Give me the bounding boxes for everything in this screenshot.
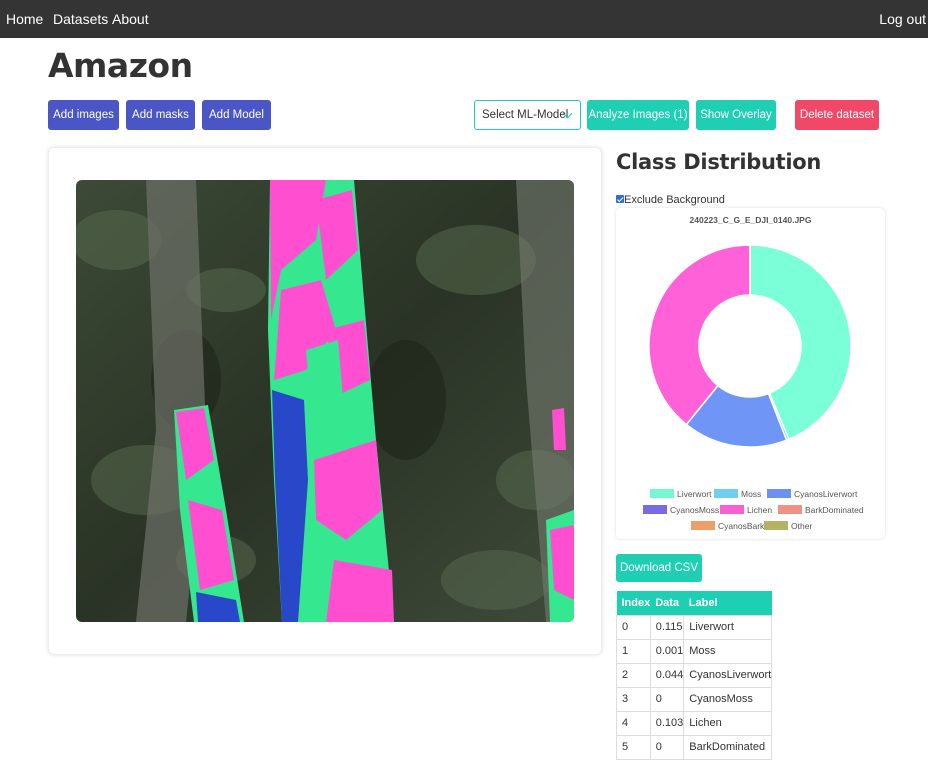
cell-label: Liverwort [683, 614, 773, 640]
distribution-table: Index Data Label 0 0.115 Liverwort 1 0.001 M… [616, 591, 773, 760]
cell-data: 0.103 [649, 710, 685, 736]
cell-label: Lichen [683, 710, 773, 736]
legend-item-cyanosbark[interactable]: CyanosBark [691, 521, 764, 532]
legend-swatch [691, 521, 715, 531]
legend-item-lichen[interactable]: Lichen [720, 505, 772, 516]
legend-item-cyanosmoss[interactable]: CyanosMoss [643, 505, 719, 516]
cell-index: 4 [616, 710, 651, 736]
nav-about-link[interactable]: About [112, 11, 149, 27]
cell-index: 1 [616, 638, 651, 664]
cell-data: 0 [649, 686, 685, 712]
table-row: 3 0 CyanosMoss [616, 686, 773, 712]
cell-label: CyanosLiverwort [683, 662, 773, 688]
legend-label: CyanosLiverwort [794, 489, 858, 499]
cell-label: CyanosMoss [683, 686, 773, 712]
cell-index: 2 [616, 662, 651, 688]
legend-label: CyanosMoss [670, 505, 720, 515]
legend-label: Other [791, 521, 813, 531]
legend-swatch [778, 505, 802, 515]
cell-index: 5 [616, 734, 651, 760]
ml-model-select-label: Select ML-Model [482, 109, 569, 121]
exclude-background-checkbox[interactable] [616, 195, 624, 204]
add-model-button[interactable]: Add Model [202, 100, 271, 130]
analyze-images-button[interactable]: Analyze Images (1) [587, 100, 689, 130]
legend-swatch [764, 521, 788, 531]
legend-item-cyanosliverwort[interactable]: CyanosLiverwort [767, 489, 857, 500]
nav-logout-link[interactable]: Log out [879, 11, 926, 27]
table-row: 0 0.115 Liverwort [616, 614, 773, 640]
class-distribution-title: Class Distribution [616, 150, 822, 174]
table-header-data: Data [650, 591, 684, 615]
legend-item-liverwort[interactable]: Liverwort [650, 489, 711, 500]
legend-item-moss[interactable]: Moss [714, 489, 761, 500]
legend-item-barkdominated[interactable]: BarkDominated [778, 505, 864, 516]
page-title: Amazon [48, 46, 193, 85]
legend-label: Liverwort [677, 489, 712, 499]
table-header-index: Index [616, 591, 651, 615]
nav-home-link[interactable]: Home [6, 11, 43, 27]
add-masks-button[interactable]: Add masks [126, 100, 195, 130]
legend-label: BarkDominated [805, 505, 864, 515]
download-csv-button[interactable]: Download CSV [616, 554, 702, 582]
table-row: 2 0.044 CyanosLiverwort [616, 662, 773, 688]
cell-label: BarkDominated [683, 734, 773, 760]
legend-swatch [720, 505, 744, 515]
cell-data: 0.001 [649, 638, 685, 664]
table-header-row: Index Data Label [616, 591, 772, 615]
segmentation-overlay-image[interactable] [76, 180, 574, 622]
table-row: 4 0.103 Lichen [616, 710, 773, 736]
add-images-button[interactable]: Add images [48, 100, 119, 130]
legend-label: Moss [741, 489, 762, 499]
legend-swatch [767, 489, 791, 499]
cell-label: Moss [683, 638, 773, 664]
cell-index: 0 [616, 614, 651, 640]
chart-card: 240223_C_G_E_DJI_0140.JPG Liverwort Moss… [616, 208, 885, 539]
cell-data: 0 [649, 734, 685, 760]
top-navbar: Home Datasets About Log out [0, 0, 928, 38]
cell-index: 3 [616, 686, 651, 712]
ml-model-select[interactable]: Select ML-Model [474, 100, 581, 130]
nav-datasets-link[interactable]: Datasets [53, 11, 108, 27]
legend-swatch [650, 489, 674, 499]
legend-item-other[interactable]: Other [764, 521, 812, 532]
cell-data: 0.044 [649, 662, 685, 688]
cell-data: 0.115 [649, 614, 685, 640]
exclude-background-label: Exclude Background [624, 194, 725, 206]
table-row: 5 0 BarkDominated [616, 734, 773, 760]
legend-label: CyanosBark [718, 521, 765, 531]
legend-swatch [643, 505, 667, 515]
legend-label: Lichen [747, 505, 773, 515]
table-row: 1 0.001 Moss [616, 638, 773, 664]
delete-dataset-button[interactable]: Delete dataset [795, 100, 879, 130]
table-header-label: Label [683, 591, 772, 615]
legend-swatch [714, 489, 738, 499]
show-overlay-button[interactable]: Show Overlay [696, 100, 776, 130]
exclude-background-toggle[interactable]: Exclude Background [616, 194, 725, 206]
